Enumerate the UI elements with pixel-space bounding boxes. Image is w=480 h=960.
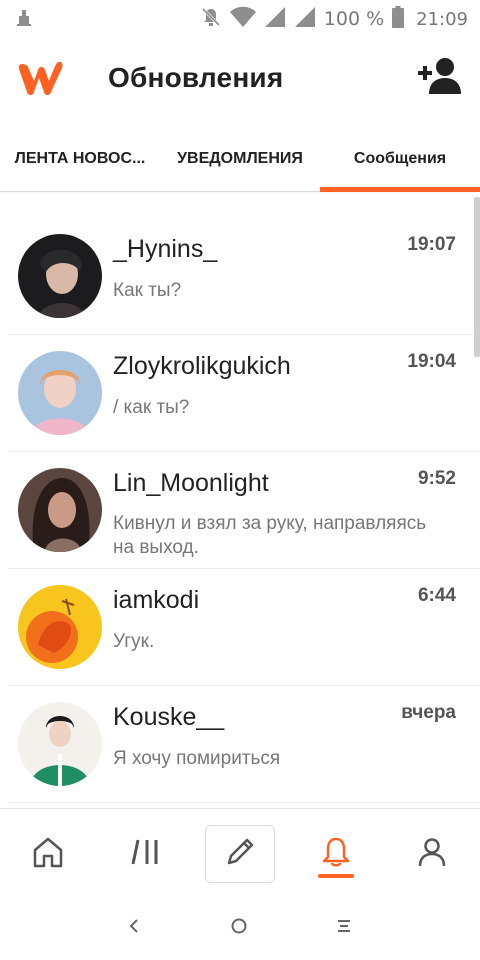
status-icons: 100 % 21:09 [200, 5, 468, 33]
message-time: 6:44 [417, 585, 456, 606]
pencil-icon [223, 835, 257, 874]
active-tab-indicator [320, 187, 480, 192]
add-user-icon[interactable] [418, 56, 462, 96]
sender-name: Zloykrolikgukich [113, 352, 291, 380]
profile-icon [415, 835, 449, 874]
battery-percent: 100 % [323, 8, 385, 30]
list-item[interactable]: _Hynins_ 19:07 Как ты? [0, 218, 480, 335]
bell-icon [319, 835, 353, 874]
list-item[interactable]: Zloykrolikgukich 19:04 / как ты? [0, 335, 480, 452]
scrollbar[interactable] [474, 197, 480, 357]
avatar [18, 468, 102, 552]
battery-icon [392, 5, 405, 33]
message-time: вчера [401, 702, 456, 723]
avatar [18, 585, 102, 669]
usb-icon [14, 8, 34, 28]
recents-button[interactable] [324, 912, 364, 944]
message-time: 9:52 [417, 468, 456, 489]
library-icon [128, 835, 162, 874]
circle-icon [229, 916, 249, 941]
home-icon [31, 835, 65, 874]
mute-icon [200, 6, 222, 33]
divider [8, 802, 480, 803]
tab-bar: ЛЕНТА НОВОС... УВЕДОМЛЕНИЯ Сообщения [0, 126, 480, 192]
list-item[interactable]: Lin_Moonlight 9:52 Кивнул и взял за руку… [0, 452, 480, 569]
sender-name: iamkodi [113, 586, 200, 614]
back-icon [127, 917, 141, 940]
active-nav-indicator [318, 874, 354, 878]
tab-news-feed[interactable]: ЛЕНТА НОВОС... [0, 126, 160, 192]
system-nav [0, 898, 480, 960]
message-preview: Угук. [113, 631, 155, 652]
status-bar: 100 % 21:09 [0, 0, 480, 38]
message-list[interactable]: _Hynins_ 19:07 Как ты? Zloykrolikgukich … [0, 193, 480, 808]
tab-notifications[interactable]: УВЕДОМЛЕНИЯ [160, 126, 320, 192]
nav-profile[interactable] [396, 823, 468, 885]
list-item[interactable]: Kouske__ вчера Я хочу помириться [0, 686, 480, 803]
menu-icon [335, 917, 353, 940]
signal-icon [264, 6, 286, 33]
page-title: Обновления [108, 62, 284, 93]
tab-messages[interactable]: Сообщения [320, 126, 480, 192]
message-time: 19:04 [407, 351, 456, 372]
avatar [18, 351, 102, 435]
list-item[interactable]: iamkodi 6:44 Угук. [0, 569, 480, 686]
message-preview: Я хочу помириться [113, 748, 281, 769]
clock: 21:09 [416, 8, 468, 30]
bottom-nav [0, 808, 480, 898]
wifi-icon [229, 6, 256, 33]
sender-name: Lin_Moonlight [113, 469, 269, 497]
tab-label: УВЕДОМЛЕНИЯ [177, 150, 303, 167]
app-bar: Обновления [0, 38, 480, 120]
message-time: 19:07 [407, 234, 456, 255]
avatar [18, 702, 102, 786]
message-preview: / как ты? [113, 397, 190, 418]
wattpad-logo-icon [16, 56, 68, 98]
nav-write[interactable] [205, 825, 275, 883]
avatar [18, 234, 102, 318]
home-button[interactable] [219, 912, 259, 944]
tab-label: ЛЕНТА НОВОС... [14, 150, 146, 167]
tab-label: Сообщения [353, 150, 447, 167]
sender-name: _Hynins_ [113, 235, 218, 263]
sender-name: Kouske__ [113, 703, 225, 731]
nav-home[interactable] [12, 823, 84, 885]
back-button[interactable] [114, 912, 154, 944]
nav-library[interactable] [109, 823, 181, 885]
message-preview: Как ты? [113, 280, 182, 301]
message-preview: Кивнул и взял за руку, направляясь на вы… [113, 513, 427, 558]
signal-icon-2 [294, 6, 316, 33]
